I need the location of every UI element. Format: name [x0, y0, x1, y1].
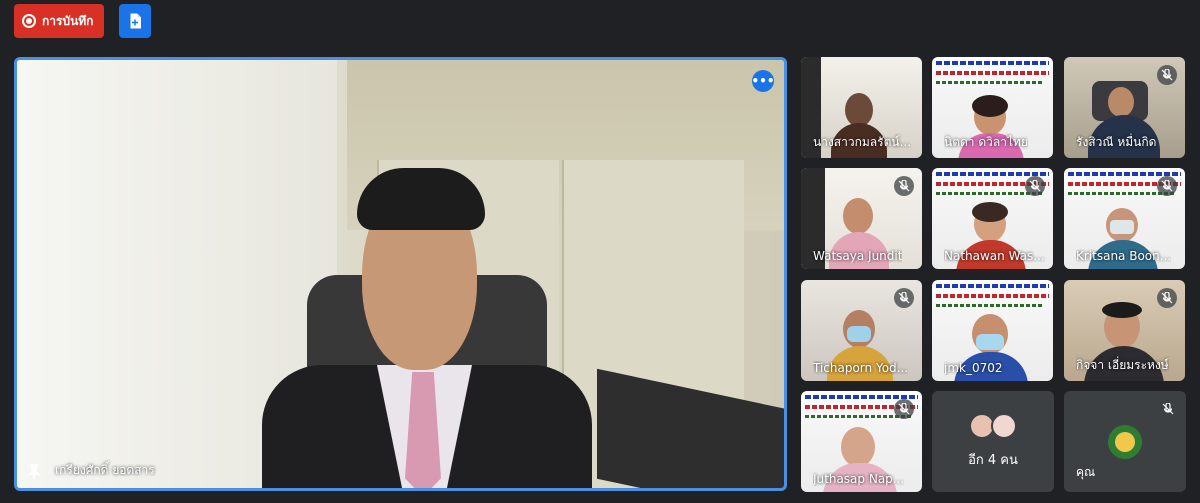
participant-name: jmk_0702: [944, 361, 1003, 375]
participant-tile[interactable]: jmk_0702: [932, 280, 1053, 381]
main-speaker-label: เกรียงศักดิ์ ยอดสาร: [27, 461, 155, 480]
muted-indicator: [894, 288, 914, 308]
participant-name: Tichaporn Yod...: [813, 361, 909, 375]
add-note-icon: [130, 13, 141, 29]
more-options-icon: •••: [751, 74, 775, 88]
main-speaker-name: เกรียงศักดิ์ ยอดสาร: [55, 463, 155, 477]
record-icon: [22, 14, 36, 28]
muted-indicator: [1157, 288, 1177, 308]
participant-name: Juthasap Nap...: [813, 472, 905, 486]
mic-off-icon: [1162, 403, 1174, 415]
more-participants-tile[interactable]: อีก 4 คน: [932, 391, 1054, 492]
avatar: [991, 413, 1017, 439]
participant-name: Watsaya Jundit: [813, 249, 903, 263]
participant-tile[interactable]: กิจจา เอี่ยมระหงษ์: [1064, 280, 1185, 381]
self-name: คุณ: [1076, 465, 1096, 479]
participant-name: นิตดา ดวิลาไทย: [944, 135, 1028, 149]
record-label: การบันทึก: [42, 13, 94, 28]
muted-indicator: [1157, 65, 1177, 85]
participant-tile[interactable]: Tichaporn Yod...: [801, 280, 922, 381]
participant-name: รังสิวณี หมื่นกิด: [1076, 135, 1157, 149]
muted-indicator: [894, 399, 914, 419]
add-note-button[interactable]: [119, 4, 151, 38]
main-speaker-tile[interactable]: ••• เกรียงศักดิ์ ยอดสาร: [14, 57, 787, 491]
pin-icon: [28, 463, 40, 479]
more-options-button[interactable]: •••: [751, 70, 775, 92]
participant-tile[interactable]: Kritsana Boon...: [1064, 168, 1185, 269]
participant-tile[interactable]: Nathawan Was...: [932, 168, 1053, 269]
participant-name: นางสาวกมลรัตน์...: [813, 135, 912, 149]
avatar-group: [969, 413, 1017, 439]
muted-indicator: [894, 176, 914, 196]
participant-tile[interactable]: นางสาวกมลรัตน์...: [801, 57, 922, 158]
mic-off-icon: [1161, 180, 1173, 192]
participant-name: Nathawan Was...: [944, 249, 1045, 263]
self-tile[interactable]: คุณ: [1064, 391, 1186, 492]
record-button[interactable]: การบันทึก: [14, 4, 104, 38]
mic-off-icon: [1161, 292, 1173, 304]
mic-off-icon: [1029, 180, 1041, 192]
mic-off-icon: [898, 403, 910, 415]
speaker-video: [357, 168, 485, 230]
muted-indicator: [1025, 176, 1045, 196]
participant-name: กิจจา เอี่ยมระหงษ์: [1076, 358, 1169, 372]
participant-tile[interactable]: รังสิวณี หมื่นกิด: [1064, 57, 1185, 158]
self-avatar-logo: [1108, 425, 1142, 459]
more-participants-label: อีก 4 คน: [968, 453, 1018, 468]
mic-off-icon: [898, 292, 910, 304]
participant-name: Kritsana Boon...: [1076, 249, 1172, 263]
participant-tile[interactable]: Watsaya Jundit: [801, 168, 922, 269]
mic-off-icon: [898, 180, 910, 192]
mic-off-icon: [1161, 69, 1173, 81]
participant-tile[interactable]: Juthasap Nap...: [801, 391, 922, 492]
participant-tile[interactable]: นิตดา ดวิลาไทย: [932, 57, 1053, 158]
muted-indicator: [1157, 176, 1177, 196]
muted-indicator: [1158, 399, 1178, 419]
